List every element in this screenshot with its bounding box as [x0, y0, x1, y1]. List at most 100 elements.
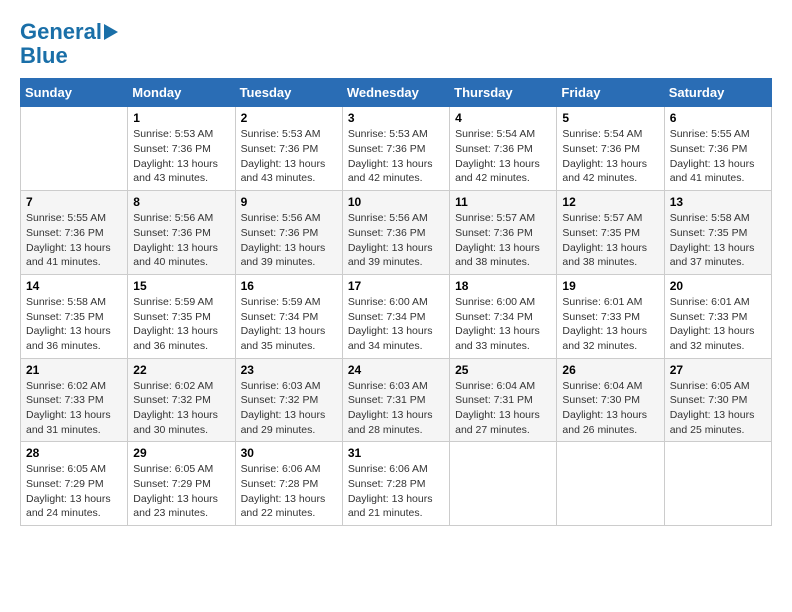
day-info: Sunrise: 5:57 AM Sunset: 7:35 PM Dayligh… — [562, 211, 658, 270]
day-info: Sunrise: 5:58 AM Sunset: 7:35 PM Dayligh… — [26, 295, 122, 354]
logo: General Blue — [20, 20, 118, 68]
col-header-friday: Friday — [557, 79, 664, 107]
day-number: 3 — [348, 111, 444, 125]
calendar-cell: 11 Sunrise: 5:57 AM Sunset: 7:36 PM Dayli… — [450, 191, 557, 275]
day-number: 22 — [133, 363, 229, 377]
day-info: Sunrise: 5:55 AM Sunset: 7:36 PM Dayligh… — [670, 127, 766, 186]
calendar-cell: 26 Sunrise: 6:04 AM Sunset: 7:30 PM Dayli… — [557, 358, 664, 442]
day-number: 12 — [562, 195, 658, 209]
day-info: Sunrise: 6:05 AM Sunset: 7:29 PM Dayligh… — [133, 462, 229, 521]
calendar-cell: 16 Sunrise: 5:59 AM Sunset: 7:34 PM Dayli… — [235, 274, 342, 358]
header-row: SundayMondayTuesdayWednesdayThursdayFrid… — [21, 79, 772, 107]
calendar-cell: 4Sunrise: 5:54 AM Sunset: 7:36 PM Daylig… — [450, 107, 557, 191]
day-number: 26 — [562, 363, 658, 377]
day-number: 14 — [26, 279, 122, 293]
col-header-sunday: Sunday — [21, 79, 128, 107]
calendar-cell: 5Sunrise: 5:54 AM Sunset: 7:36 PM Daylig… — [557, 107, 664, 191]
calendar-cell: 27 Sunrise: 6:05 AM Sunset: 7:30 PM Dayli… — [664, 358, 771, 442]
day-number: 17 — [348, 279, 444, 293]
day-info: Sunrise: 6:00 AM Sunset: 7:34 PM Dayligh… — [455, 295, 551, 354]
day-info: Sunrise: 5:53 AM Sunset: 7:36 PM Dayligh… — [348, 127, 444, 186]
day-info: Sunrise: 6:02 AM Sunset: 7:32 PM Dayligh… — [133, 379, 229, 438]
calendar-cell: 20 Sunrise: 6:01 AM Sunset: 7:33 PM Dayli… — [664, 274, 771, 358]
calendar-cell: 29 Sunrise: 6:05 AM Sunset: 7:29 PM Dayli… — [128, 442, 235, 526]
calendar-cell: 21 Sunrise: 6:02 AM Sunset: 7:33 PM Dayli… — [21, 358, 128, 442]
calendar-cell: 23Sunrise: 6:03 AM Sunset: 7:32 PM Dayli… — [235, 358, 342, 442]
calendar-cell: 9Sunrise: 5:56 AM Sunset: 7:36 PM Daylig… — [235, 191, 342, 275]
day-info: Sunrise: 5:56 AM Sunset: 7:36 PM Dayligh… — [348, 211, 444, 270]
day-number: 2 — [241, 111, 337, 125]
col-header-thursday: Thursday — [450, 79, 557, 107]
day-number: 28 — [26, 446, 122, 460]
calendar-cell: 10 Sunrise: 5:56 AM Sunset: 7:36 PM Dayli… — [342, 191, 449, 275]
day-info: Sunrise: 5:58 AM Sunset: 7:35 PM Dayligh… — [670, 211, 766, 270]
calendar-cell: 7 Sunrise: 5:55 AM Sunset: 7:36 PM Daylig… — [21, 191, 128, 275]
day-info: Sunrise: 6:04 AM Sunset: 7:31 PM Dayligh… — [455, 379, 551, 438]
day-number: 30 — [241, 446, 337, 460]
day-info: Sunrise: 6:01 AM Sunset: 7:33 PM Dayligh… — [670, 295, 766, 354]
calendar-cell: 24 Sunrise: 6:03 AM Sunset: 7:31 PM Dayli… — [342, 358, 449, 442]
calendar-cell: 1Sunrise: 5:53 AM Sunset: 7:36 PM Daylig… — [128, 107, 235, 191]
calendar-cell — [557, 442, 664, 526]
day-number: 7 — [26, 195, 122, 209]
calendar-table: SundayMondayTuesdayWednesdayThursdayFrid… — [20, 78, 772, 526]
day-number: 27 — [670, 363, 766, 377]
day-number: 18 — [455, 279, 551, 293]
day-number: 29 — [133, 446, 229, 460]
day-info: Sunrise: 5:56 AM Sunset: 7:36 PM Dayligh… — [241, 211, 337, 270]
day-info: Sunrise: 6:06 AM Sunset: 7:28 PM Dayligh… — [348, 462, 444, 521]
day-info: Sunrise: 6:03 AM Sunset: 7:31 PM Dayligh… — [348, 379, 444, 438]
day-info: Sunrise: 6:05 AM Sunset: 7:29 PM Dayligh… — [26, 462, 122, 521]
day-info: Sunrise: 5:54 AM Sunset: 7:36 PM Dayligh… — [562, 127, 658, 186]
logo-line1: General — [20, 20, 102, 44]
calendar-cell: 19 Sunrise: 6:01 AM Sunset: 7:33 PM Dayli… — [557, 274, 664, 358]
day-number: 11 — [455, 195, 551, 209]
day-number: 21 — [26, 363, 122, 377]
day-number: 24 — [348, 363, 444, 377]
week-row-5: 28 Sunrise: 6:05 AM Sunset: 7:29 PM Dayli… — [21, 442, 772, 526]
day-number: 4 — [455, 111, 551, 125]
logo-arrow-icon — [104, 24, 118, 40]
calendar-cell — [664, 442, 771, 526]
calendar-cell: 22 Sunrise: 6:02 AM Sunset: 7:32 PM Dayli… — [128, 358, 235, 442]
logo-line2: Blue — [20, 44, 68, 68]
week-row-4: 21 Sunrise: 6:02 AM Sunset: 7:33 PM Dayli… — [21, 358, 772, 442]
day-info: Sunrise: 5:59 AM Sunset: 7:34 PM Dayligh… — [241, 295, 337, 354]
week-row-1: 1Sunrise: 5:53 AM Sunset: 7:36 PM Daylig… — [21, 107, 772, 191]
calendar-cell: 15Sunrise: 5:59 AM Sunset: 7:35 PM Dayli… — [128, 274, 235, 358]
calendar-cell: 18 Sunrise: 6:00 AM Sunset: 7:34 PM Dayli… — [450, 274, 557, 358]
day-info: Sunrise: 5:57 AM Sunset: 7:36 PM Dayligh… — [455, 211, 551, 270]
calendar-cell: 14 Sunrise: 5:58 AM Sunset: 7:35 PM Dayli… — [21, 274, 128, 358]
week-row-3: 14 Sunrise: 5:58 AM Sunset: 7:35 PM Dayli… — [21, 274, 772, 358]
day-info: Sunrise: 6:01 AM Sunset: 7:33 PM Dayligh… — [562, 295, 658, 354]
day-info: Sunrise: 6:04 AM Sunset: 7:30 PM Dayligh… — [562, 379, 658, 438]
col-header-monday: Monday — [128, 79, 235, 107]
page-header: General Blue — [20, 20, 772, 68]
day-info: Sunrise: 6:03 AM Sunset: 7:32 PM Dayligh… — [241, 379, 337, 438]
day-number: 6 — [670, 111, 766, 125]
day-info: Sunrise: 5:55 AM Sunset: 7:36 PM Dayligh… — [26, 211, 122, 270]
day-info: Sunrise: 5:53 AM Sunset: 7:36 PM Dayligh… — [133, 127, 229, 186]
calendar-cell: 3 Sunrise: 5:53 AM Sunset: 7:36 PM Daylig… — [342, 107, 449, 191]
calendar-cell: 28 Sunrise: 6:05 AM Sunset: 7:29 PM Dayli… — [21, 442, 128, 526]
calendar-cell: 2Sunrise: 5:53 AM Sunset: 7:36 PM Daylig… — [235, 107, 342, 191]
day-number: 10 — [348, 195, 444, 209]
day-info: Sunrise: 6:05 AM Sunset: 7:30 PM Dayligh… — [670, 379, 766, 438]
day-number: 31 — [348, 446, 444, 460]
week-row-2: 7 Sunrise: 5:55 AM Sunset: 7:36 PM Daylig… — [21, 191, 772, 275]
calendar-cell: 12 Sunrise: 5:57 AM Sunset: 7:35 PM Dayli… — [557, 191, 664, 275]
calendar-cell — [21, 107, 128, 191]
calendar-cell: 8Sunrise: 5:56 AM Sunset: 7:36 PM Daylig… — [128, 191, 235, 275]
day-number: 20 — [670, 279, 766, 293]
day-number: 19 — [562, 279, 658, 293]
day-number: 16 — [241, 279, 337, 293]
col-header-tuesday: Tuesday — [235, 79, 342, 107]
day-info: Sunrise: 6:02 AM Sunset: 7:33 PM Dayligh… — [26, 379, 122, 438]
day-number: 25 — [455, 363, 551, 377]
calendar-cell: 30Sunrise: 6:06 AM Sunset: 7:28 PM Dayli… — [235, 442, 342, 526]
calendar-cell: 13 Sunrise: 5:58 AM Sunset: 7:35 PM Dayli… — [664, 191, 771, 275]
col-header-wednesday: Wednesday — [342, 79, 449, 107]
day-info: Sunrise: 5:56 AM Sunset: 7:36 PM Dayligh… — [133, 211, 229, 270]
day-number: 13 — [670, 195, 766, 209]
calendar-cell: 31 Sunrise: 6:06 AM Sunset: 7:28 PM Dayli… — [342, 442, 449, 526]
